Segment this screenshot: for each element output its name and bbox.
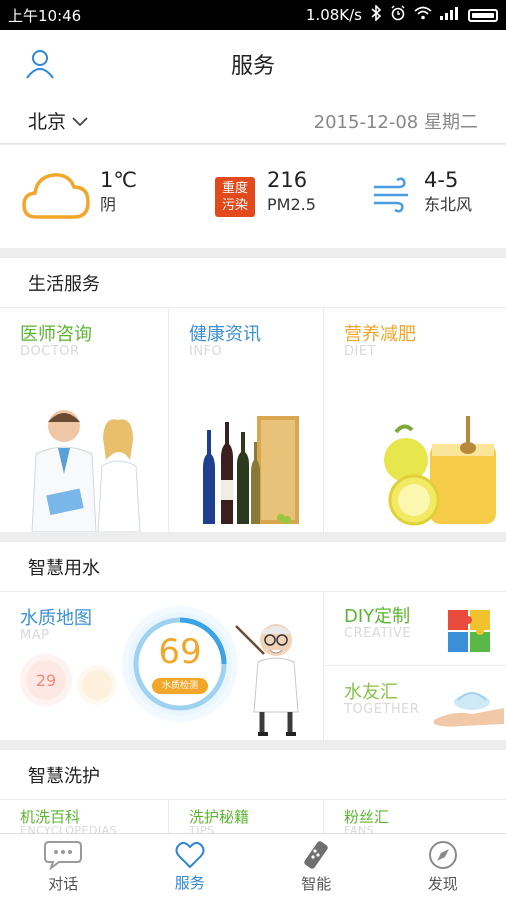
aqi-label: PM2.5 bbox=[267, 195, 316, 214]
diy-card[interactable]: DIY定制 CREATIVE bbox=[324, 592, 506, 666]
service-card-info[interactable]: 健康资讯 INFO bbox=[169, 308, 324, 532]
nav-tab-service[interactable]: 服务 bbox=[127, 834, 254, 900]
water-bubble-faint bbox=[82, 670, 112, 700]
life-services-grid: 医师咨询 DOCTOR 健康资讯 INFO 营养减肥 DIET bbox=[0, 308, 506, 532]
weather-panel[interactable]: 1℃ 阴 重度 污染 216 PM2.5 4-5 东北风 bbox=[0, 145, 506, 248]
status-time: 上午10:46 bbox=[8, 6, 82, 25]
status-bar: 上午10:46 1.08K/s bbox=[0, 0, 506, 30]
chevron-down-icon bbox=[72, 110, 88, 132]
cloud-icon bbox=[22, 167, 90, 225]
alarm-icon bbox=[390, 5, 406, 25]
service-subtitle-info: INFO bbox=[189, 344, 223, 359]
water-score-value: 69 bbox=[158, 632, 202, 672]
wash-subtitle-tips: TIPS bbox=[189, 824, 215, 833]
app-header: 服务 bbox=[0, 30, 506, 98]
bluetooth-icon bbox=[370, 4, 382, 25]
weather-condition: 阴 bbox=[100, 195, 117, 214]
together-card[interactable]: 水友汇 TOGETHER bbox=[324, 666, 506, 740]
diy-title: DIY定制 bbox=[344, 606, 411, 627]
wash-card-encyclopedias[interactable]: 机洗百科 ENCYCLOPEDIAS bbox=[0, 800, 169, 833]
network-speed: 1.08K/s bbox=[305, 6, 362, 24]
wash-subtitle-encyclopedias: ENCYCLOPEDIAS bbox=[20, 824, 118, 833]
remote-control-icon bbox=[304, 841, 329, 869]
water-bubble-small: 29 bbox=[26, 660, 66, 700]
date-label: 2015-12-08 星期二 bbox=[313, 111, 478, 133]
service-title-doctor: 医师咨询 bbox=[20, 324, 92, 345]
wind-block: 4-5 东北风 bbox=[372, 167, 472, 217]
battery-icon bbox=[468, 8, 498, 22]
wind-level: 4-5 bbox=[424, 168, 459, 192]
service-subtitle-diet: DIET bbox=[344, 344, 376, 359]
nav-label-service: 服务 bbox=[174, 874, 205, 892]
bottom-nav: 对话 服务 智能 发现 bbox=[0, 833, 506, 900]
service-card-doctor[interactable]: 医师咨询 DOCTOR bbox=[0, 308, 169, 532]
water-score-dial: 69 水质检测 bbox=[128, 612, 232, 716]
nav-label-discover: 发现 bbox=[427, 875, 458, 893]
service-title-info: 健康资讯 bbox=[189, 324, 261, 345]
nav-tab-chat[interactable]: 对话 bbox=[0, 834, 127, 900]
compass-icon bbox=[428, 841, 457, 869]
water-score-label: 水质检测 bbox=[152, 678, 208, 694]
smart-wash-grid: 机洗百科 ENCYCLOPEDIAS 洗护秘籍 TIPS 粉丝汇 FANS bbox=[0, 800, 506, 833]
water-hand-icon bbox=[434, 692, 504, 727]
together-title: 水友汇 bbox=[344, 682, 398, 703]
nav-tab-discover[interactable]: 发现 bbox=[380, 834, 506, 900]
temperature-value: 1℃ bbox=[100, 168, 137, 192]
temperature-block: 1℃ 阴 bbox=[22, 167, 137, 225]
city-label: 北京 bbox=[28, 111, 67, 133]
wash-subtitle-fans: FANS bbox=[344, 824, 375, 833]
wifi-icon bbox=[414, 6, 432, 24]
diy-subtitle: CREATIVE bbox=[344, 626, 412, 641]
together-subtitle: TOGETHER bbox=[344, 702, 420, 717]
service-card-diet[interactable]: 营养减肥 DIET bbox=[324, 308, 506, 532]
aqi-value: 216 bbox=[267, 168, 308, 192]
nav-label-chat: 对话 bbox=[48, 875, 79, 893]
section-title-smart-wash: 智慧洗护 bbox=[0, 750, 506, 800]
water-map-title: 水质地图 bbox=[20, 608, 92, 629]
nav-tab-smart[interactable]: 智能 bbox=[253, 834, 380, 900]
puzzle-icon bbox=[448, 610, 490, 652]
service-subtitle-doctor: DOCTOR bbox=[20, 344, 80, 359]
pollution-badge: 重度 污染 bbox=[215, 177, 255, 217]
heart-icon bbox=[175, 841, 205, 869]
water-map-subtitle: MAP bbox=[20, 628, 50, 643]
air-quality-block: 重度 污染 216 PM2.5 bbox=[215, 167, 316, 217]
signal-icon bbox=[440, 6, 460, 24]
page-title: 服务 bbox=[230, 54, 275, 79]
service-title-diet: 营养减肥 bbox=[344, 324, 416, 345]
water-map-card[interactable]: 水质地图 MAP 29 69 水质检测 bbox=[0, 592, 324, 740]
wind-icon bbox=[372, 177, 412, 217]
wash-card-tips[interactable]: 洗护秘籍 TIPS bbox=[169, 800, 324, 833]
wind-direction: 东北风 bbox=[424, 195, 473, 214]
city-selector[interactable]: 北京 bbox=[28, 107, 88, 134]
smart-water-grid: 水质地图 MAP 29 69 水质检测 DIY定制 CREATIVE 水友汇 T… bbox=[0, 592, 506, 740]
professor-illustration bbox=[235, 624, 299, 736]
chat-bubble-icon bbox=[44, 841, 83, 870]
wash-card-fans[interactable]: 粉丝汇 FANS bbox=[324, 800, 506, 833]
user-profile-icon[interactable] bbox=[24, 48, 56, 80]
location-bar: 北京 2015-12-08 星期二 bbox=[0, 98, 506, 144]
doctors-illustration bbox=[31, 410, 141, 532]
section-title-life-services: 生活服务 bbox=[0, 258, 506, 308]
lemon-honey-illustration bbox=[384, 416, 496, 526]
wine-bottles-illustration bbox=[203, 416, 299, 524]
section-title-smart-water: 智慧用水 bbox=[0, 542, 506, 592]
nav-label-smart: 智能 bbox=[301, 875, 332, 893]
